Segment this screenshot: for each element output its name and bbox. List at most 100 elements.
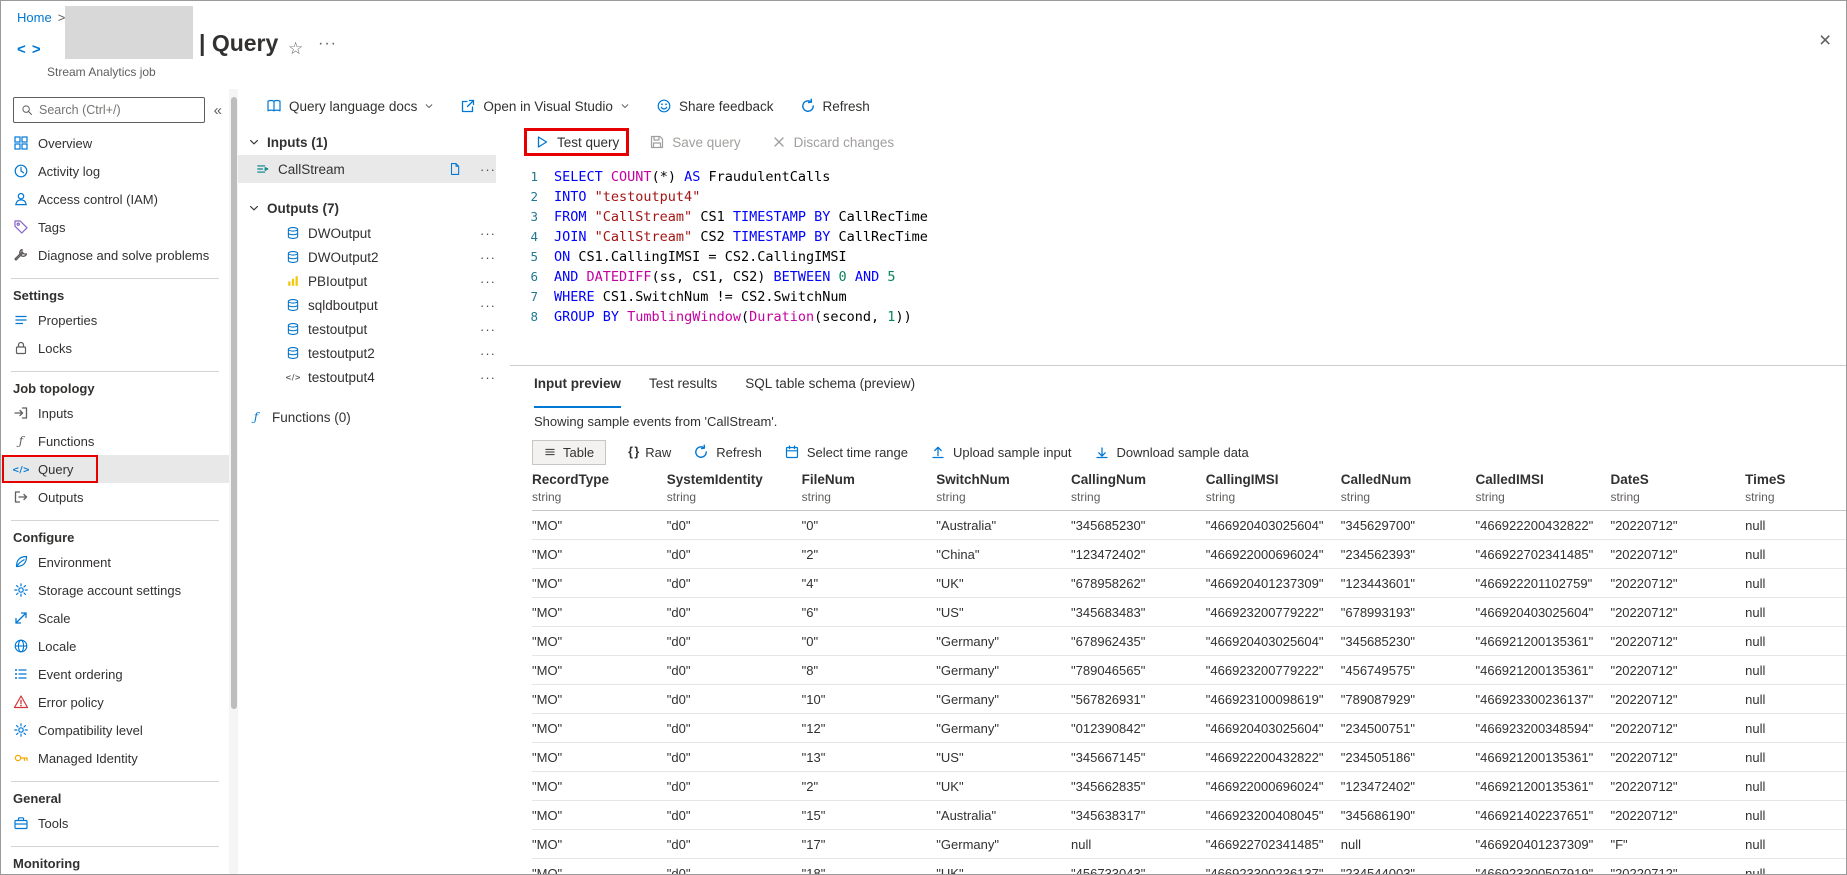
table-cell: "466923300236137" [1206,859,1341,875]
more-options-icon[interactable]: ··· [480,250,496,265]
share-feedback-button[interactable]: Share feedback [656,98,774,114]
more-options-icon[interactable]: ··· [480,370,496,385]
column-header-switchnum[interactable]: SwitchNumstring [936,470,1071,511]
more-options-icon[interactable]: ··· [480,274,496,289]
header-more-icon[interactable]: ··· [318,35,337,53]
tab-test-results[interactable]: Test results [649,376,717,408]
query-code-editor[interactable]: 1SELECT COUNT(*) AS FraudulentCalls2INTO… [510,161,1846,365]
refresh-sample-button[interactable]: Refresh [693,444,762,460]
column-header-dates[interactable]: DateSstring [1610,470,1745,511]
download-sample-data-button[interactable]: Download sample data [1094,444,1249,460]
tree-item-testoutput2[interactable]: testoutput2··· [238,341,496,365]
sidebar-item-properties[interactable]: Properties [1,306,229,334]
column-header-recordtype[interactable]: RecordTypestring [532,470,667,511]
raw-view-button[interactable]: { } Raw [628,445,671,460]
tree-functions-group[interactable]: Functions (0) [238,403,496,431]
sidebar-item-managed-identity[interactable]: Managed Identity [1,744,229,772]
table-cell: "d0" [667,685,802,714]
column-name: SwitchNum [936,472,1063,487]
tree-item-testoutput[interactable]: testoutput··· [238,317,496,341]
preview-tabs: Input preview Test results SQL table schem… [510,366,1846,408]
breadcrumb-home-link[interactable]: Home [17,10,52,25]
sidebar-item-compatibility-level[interactable]: Compatibility level [1,716,229,744]
select-time-range-button[interactable]: Select time range [784,444,908,460]
tree-item-pbioutput[interactable]: PBIoutput··· [238,269,496,293]
more-options-icon[interactable]: ··· [480,162,496,177]
sidebar-item-locks[interactable]: Locks [1,334,229,362]
sidebar-item-overview[interactable]: Overview [1,129,229,157]
sidebar-item-functions[interactable]: Functions [1,427,229,455]
sidebar-item-locale[interactable]: Locale [1,632,229,660]
sidebar-item-tags[interactable]: Tags [1,213,229,241]
column-header-times[interactable]: TimeSstring [1745,470,1846,511]
column-header-callednum[interactable]: CalledNumstring [1341,470,1476,511]
sidebar-item-label: Tools [38,816,68,831]
table-cell: "6" [802,598,937,627]
collapse-menu-icon[interactable]: « [211,102,225,119]
code-text: INTO "testoutput4" [554,187,700,207]
more-options-icon[interactable]: ··· [480,322,496,337]
more-options-icon[interactable]: ··· [480,298,496,313]
stream-icon [256,162,270,176]
tree-outputs-group[interactable]: Outputs (7) [238,195,496,221]
save-query-button[interactable]: Save query [649,134,740,150]
table-cell: "Australia" [936,801,1071,830]
sidebar-item-tools[interactable]: Tools [1,809,229,837]
tab-sql-table-schema-preview[interactable]: SQL table schema (preview) [745,376,915,408]
table-cell: "US" [936,743,1071,772]
sidebar-scrollbar[interactable] [229,89,238,874]
more-options-icon[interactable]: ··· [480,346,496,361]
menu-search-input[interactable] [39,103,197,117]
sidebar-item-activity-log[interactable]: Activity log [1,157,229,185]
test-query-label: Test query [557,135,619,150]
table-cell: null [1745,714,1846,743]
table-cell: "UK" [936,772,1071,801]
sidebar-item-error-policy[interactable]: Error policy [1,688,229,716]
tab-input-preview[interactable]: Input preview [534,376,621,408]
column-header-calledimsi[interactable]: CalledIMSIstring [1476,470,1611,511]
scrollbar-thumb[interactable] [231,97,237,709]
sidebar-item-access-control-iam[interactable]: Access control (IAM) [1,185,229,213]
upload-sample-input-button[interactable]: Upload sample input [930,444,1072,460]
tree-item-callstream[interactable]: CallStream··· [238,155,496,183]
table-cell: "Germany" [936,627,1071,656]
table-cell: "d0" [667,801,802,830]
sidebar-item-query[interactable]: Query [1,455,229,483]
column-header-filenum[interactable]: FileNumstring [802,470,937,511]
doc-icon[interactable] [448,162,462,176]
table-cell: "20220712" [1610,627,1745,656]
menu-search-box[interactable] [13,97,205,123]
column-header-systemidentity[interactable]: SystemIdentitystring [667,470,802,511]
column-header-callingimsi[interactable]: CallingIMSIstring [1206,470,1341,511]
tree-inputs-group[interactable]: Inputs (1) [238,129,496,155]
open-in-visual-studio-button[interactable]: Open in Visual Studio [460,98,630,114]
column-header-callingnum[interactable]: CallingNumstring [1071,470,1206,511]
code-line: 7WHERE CS1.SwitchNum != CS2.SwitchNum [510,287,1846,307]
db-icon [286,298,300,312]
sidebar-item-environment[interactable]: Environment [1,548,229,576]
tree-item-dwoutput2[interactable]: DWOutput2··· [238,245,496,269]
sidebar-item-storage-account-settings[interactable]: Storage account settings [1,576,229,604]
table-cell: "234562393" [1341,540,1476,569]
sidebar-item-inputs[interactable]: Inputs [1,399,229,427]
close-blade-icon[interactable]: × [1819,29,1831,53]
sidebar-item-event-ordering[interactable]: Event ordering [1,660,229,688]
more-options-icon[interactable]: ··· [480,226,496,241]
table-cell: "Germany" [936,714,1071,743]
tree-item-sqldboutput[interactable]: sqldboutput··· [238,293,496,317]
sidebar-item-diagnose-and-solve-problems[interactable]: Diagnose and solve problems [1,241,229,269]
query-language-docs-button[interactable]: Query language docs [266,98,434,114]
table-cell: "0" [802,627,937,656]
sidebar-item-outputs[interactable]: Outputs [1,483,229,511]
refresh-button[interactable]: Refresh [800,98,870,114]
table-row: "MO""d0""17""Germany"null"46692270234148… [532,830,1846,859]
favorite-star-icon[interactable]: ☆ [288,39,303,59]
table-view-button[interactable]: Table [532,440,606,465]
tree-item-dwoutput[interactable]: DWOutput··· [238,221,496,245]
sidebar-item-label: Managed Identity [38,751,138,766]
test-query-button[interactable]: Test query [534,134,619,150]
tree-item-testoutput4[interactable]: testoutput4··· [238,365,496,389]
discard-changes-button[interactable]: Discard changes [771,134,895,150]
table-cell: "Germany" [936,685,1071,714]
sidebar-item-scale[interactable]: Scale [1,604,229,632]
